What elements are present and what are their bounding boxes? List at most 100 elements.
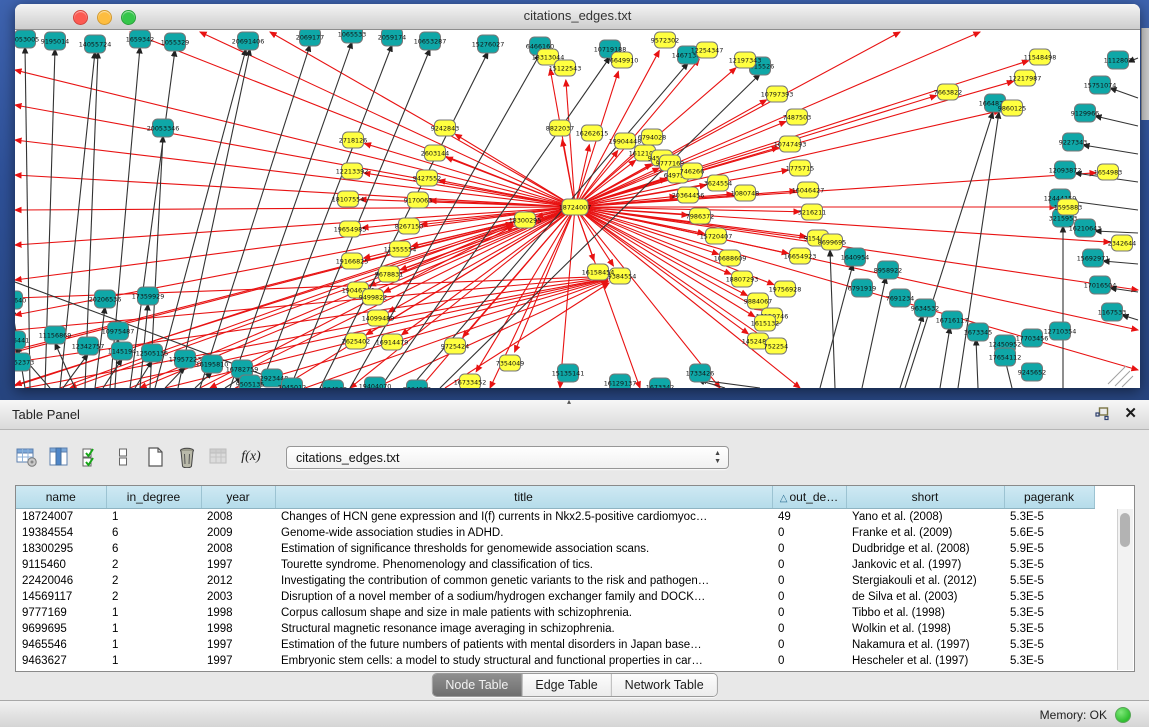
table-cell[interactable]: 2	[106, 573, 201, 589]
graph-node[interactable]: 2016640	[15, 291, 26, 309]
graph-node[interactable]: 7487503	[783, 109, 811, 125]
graph-node[interactable]: 12213392	[336, 163, 369, 179]
column-header-indegree[interactable]: in_degree	[106, 486, 201, 509]
graph-edge[interactable]	[200, 32, 575, 207]
column-settings-icon[interactable]	[16, 446, 38, 468]
float-panel-icon[interactable]	[1095, 407, 1110, 421]
graph-node[interactable]: 15720407	[700, 228, 733, 244]
graph-node[interactable]: 3915441	[15, 331, 29, 349]
table-cell[interactable]: 0	[772, 653, 846, 669]
table-cell[interactable]: Estimation of significance thresholds fo…	[275, 541, 772, 557]
table-cell[interactable]: 0	[772, 525, 846, 541]
table-cell[interactable]: 14569117	[16, 589, 106, 605]
graph-node[interactable]: 10797393	[761, 86, 794, 102]
table-cell[interactable]: 2009	[201, 525, 275, 541]
table-cell[interactable]: 0	[772, 557, 846, 573]
table-cell[interactable]: 5.3E-5	[1004, 589, 1094, 605]
split-pane-handle-icon[interactable]: ▴	[567, 397, 571, 406]
graph-node[interactable]: 11548498	[1024, 49, 1057, 65]
table-cell[interactable]: Dudbridge et al. (2008)	[846, 541, 1004, 557]
graph-edge[interactable]	[15, 223, 512, 352]
graph-edge[interactable]	[165, 367, 185, 388]
graph-edge[interactable]	[60, 224, 513, 388]
table-row[interactable]: 1830029562008Estimation of significance …	[16, 541, 1094, 557]
graph-node[interactable]: 1055329	[161, 33, 189, 51]
table-cell[interactable]: 2008	[201, 509, 275, 526]
graph-node[interactable]: 15751074	[1084, 76, 1117, 94]
tab-edge-table[interactable]: Edge Table	[521, 674, 610, 696]
graph-node[interactable]: 17016504	[1084, 276, 1117, 294]
table-cell[interactable]: 5.3E-5	[1004, 605, 1094, 621]
graph-node[interactable]: 752254	[764, 338, 788, 354]
table-cell[interactable]: 0	[772, 605, 846, 621]
network-canvas[interactable]: 2053005919501414055724165934210553292069…	[15, 30, 1140, 388]
table-cell[interactable]: Yano et al. (2008)	[846, 509, 1004, 526]
graph-edge[interactable]	[1083, 145, 1138, 154]
graph-edge[interactable]	[1095, 116, 1138, 126]
graph-node[interactable]: 2342644	[1108, 235, 1136, 251]
table-selector-dropdown[interactable]: citations_edges.txt ▲▼	[286, 446, 729, 469]
import-table-icon-disabled[interactable]	[208, 446, 230, 468]
graph-node[interactable]: 19756928	[769, 281, 802, 297]
table-cell[interactable]: 9465546	[16, 637, 106, 653]
graph-edge[interactable]	[1110, 88, 1138, 98]
graph-node[interactable]: 9242843	[431, 120, 459, 136]
table-cell[interactable]: 1	[106, 605, 201, 621]
network-svg[interactable]: 2053005919501414055724165934210553292069…	[15, 30, 1140, 388]
graph-node[interactable]: 15135141	[552, 364, 585, 382]
graph-node[interactable]: 3216211	[798, 204, 826, 220]
graph-edge[interactable]	[575, 173, 1096, 207]
graph-node[interactable]: 2603144	[421, 145, 449, 161]
column-header-short[interactable]: short	[846, 486, 1004, 509]
table-cell[interactable]: 1	[106, 509, 201, 526]
table-cell[interactable]: Nakamura et al. (1997)	[846, 637, 1004, 653]
graph-edge[interactable]	[940, 327, 950, 388]
graph-node[interactable]: 1659342	[126, 30, 154, 48]
table-row[interactable]: 2242004622012Investigating the contribut…	[16, 573, 1094, 589]
graph-node[interactable]: 16262615	[576, 125, 609, 141]
graph-node[interactable]: 9499822	[359, 289, 387, 305]
table-cell[interactable]: 49	[772, 509, 846, 526]
table-cell[interactable]: de Silva et al. (2003)	[846, 589, 1004, 605]
table-cell[interactable]: 1998	[201, 605, 275, 621]
graph-node[interactable]: 746266	[680, 163, 704, 179]
table-row[interactable]: 1938455462009Genome-wide association stu…	[16, 525, 1094, 541]
delete-trash-icon[interactable]	[176, 446, 198, 468]
close-panel-icon[interactable]: ✕	[1124, 406, 1137, 422]
graph-node[interactable]: 16654923	[784, 248, 817, 264]
graph-edge[interactable]	[976, 339, 978, 388]
graph-node[interactable]: 17654112	[989, 348, 1022, 366]
graph-node[interactable]: 9572302	[651, 32, 679, 48]
table-cell[interactable]: 9463627	[16, 653, 106, 669]
table-cell[interactable]: Changes of HCN gene expression and I(f) …	[275, 509, 772, 526]
table-cell[interactable]: 6	[106, 525, 201, 541]
table-vertical-scrollbar[interactable]	[1117, 509, 1133, 670]
table-row[interactable]: 1872400712008Changes of HCN gene express…	[16, 509, 1094, 526]
graph-node[interactable]: 7354049	[496, 355, 524, 371]
table-cell[interactable]: 0	[772, 589, 846, 605]
graph-node[interactable]: 9227343	[1059, 133, 1087, 151]
table-cell[interactable]: 0	[772, 541, 846, 557]
table-cell[interactable]: Tibbo et al. (1998)	[846, 605, 1004, 621]
table-cell[interactable]: Stergiakouli et al. (2012)	[846, 573, 1004, 589]
graph-node[interactable]: 10747493	[774, 136, 807, 152]
table-cell[interactable]: Corpus callosum shape and size in male p…	[275, 605, 772, 621]
table-row[interactable]: 1456911722003Disruption of a novel membe…	[16, 589, 1094, 605]
graph-node[interactable]: 18724007	[559, 199, 592, 215]
table-cell[interactable]: 9115460	[16, 557, 106, 573]
graph-node[interactable]: 1167533	[1098, 303, 1126, 321]
table-cell[interactable]: Jankovic et al. (1997)	[846, 557, 1004, 573]
scrollbar-thumb[interactable]	[1120, 513, 1130, 547]
table-cell[interactable]: 22420046	[16, 573, 106, 589]
graph-node[interactable]: 12710354	[1044, 322, 1077, 340]
graph-node[interactable]: 7986372	[686, 208, 714, 224]
table-cell[interactable]: 5.5E-5	[1004, 573, 1094, 589]
graph-edge[interactable]	[230, 42, 352, 388]
table-cell[interactable]: 5.3E-5	[1004, 509, 1094, 526]
graph-node[interactable]: 1654983	[1094, 164, 1122, 180]
graph-node[interactable]: 18807293	[726, 271, 759, 287]
graph-node[interactable]: 9860125	[998, 100, 1026, 116]
table-cell[interactable]: Estimation of the future numbers of pati…	[275, 637, 772, 653]
network-window[interactable]: citations_edges.txt 20530059195014140557…	[15, 4, 1140, 388]
graph-node[interactable]: 2059174	[378, 30, 406, 46]
